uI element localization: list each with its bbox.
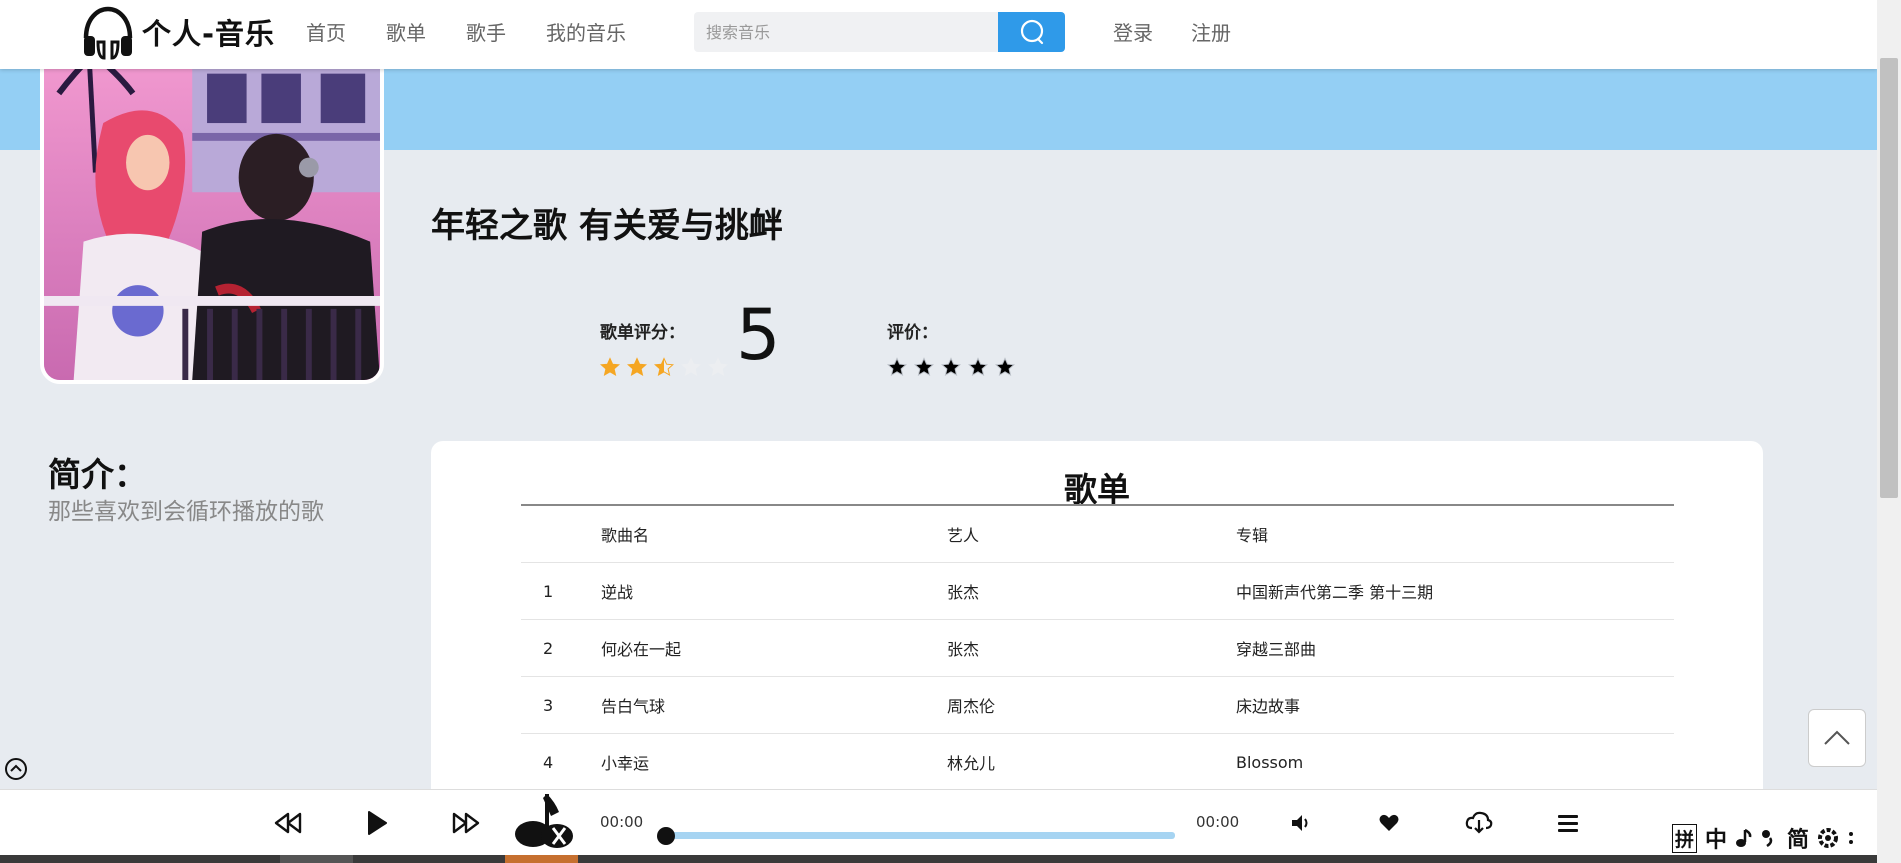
column-header-album: 专辑 (1236, 526, 1269, 545)
rating-stars (600, 357, 735, 377)
ime-punctuation-icon[interactable] (1735, 828, 1753, 848)
star-icon (600, 357, 620, 377)
column-header-name: 歌曲名 (601, 526, 650, 545)
back-to-top-button[interactable] (1808, 709, 1866, 767)
volume-icon[interactable] (1290, 813, 1312, 833)
comment-label: 评价： (887, 323, 938, 343)
site-logo[interactable]: 个人-音乐 (80, 4, 275, 60)
progress-knob[interactable] (657, 827, 675, 845)
ime-simplified-button[interactable]: 简 (1787, 822, 1809, 854)
login-link[interactable]: 登录 (1113, 17, 1153, 46)
current-time: 00:00 (600, 813, 644, 831)
heart-icon[interactable] (1378, 813, 1400, 833)
song-index: 3 (543, 695, 554, 715)
nav-my-music[interactable]: 我的音乐 (546, 17, 626, 46)
top-header: 个人-音乐 首页 歌单 歌手 我的音乐 登录 注册 (0, 0, 1877, 69)
main-nav: 首页 歌单 歌手 我的音乐 (306, 17, 666, 46)
song-name[interactable]: 逆战 (601, 579, 947, 603)
playlist-cover-image (40, 40, 384, 384)
headphones-icon (83, 6, 133, 60)
song-index: 2 (543, 638, 554, 658)
intro-text: 那些喜欢到会循环播放的歌 (48, 499, 324, 525)
song-name[interactable]: 何必在一起 (601, 636, 947, 660)
taskbar-strip (0, 855, 1877, 863)
ime-more-icon[interactable] (1847, 829, 1855, 847)
star-icon (681, 357, 701, 377)
nav-playlists[interactable]: 歌单 (386, 17, 426, 46)
star-icon[interactable] (914, 357, 934, 377)
table-row[interactable]: 4 小幸运 林允儿 Blossom (521, 734, 1674, 791)
scrollbar-thumb[interactable] (1880, 58, 1898, 498)
vertical-scrollbar[interactable] (1877, 0, 1901, 863)
previous-track-icon[interactable] (274, 812, 302, 834)
song-artist[interactable]: 周杰伦 (947, 693, 1236, 717)
song-artist[interactable]: 张杰 (947, 579, 1236, 603)
star-icon (708, 357, 728, 377)
column-header-artist: 艺人 (947, 526, 980, 545)
chevron-up-icon (1824, 730, 1850, 745)
nav-singers[interactable]: 歌手 (466, 17, 506, 46)
table-header: 歌曲名 艺人 专辑 (521, 506, 1674, 563)
play-icon[interactable] (366, 810, 388, 836)
album-art-music-note-icon (515, 794, 573, 848)
ime-pinyin-button[interactable]: 拼 (1672, 823, 1698, 853)
nav-home[interactable]: 首页 (306, 17, 346, 46)
search-input[interactable] (694, 12, 998, 52)
table-row[interactable]: 1 逆战 张杰 中国新声代第二季 第十三期 (521, 563, 1674, 620)
next-track-icon[interactable] (452, 812, 480, 834)
progress-bar[interactable] (667, 832, 1175, 839)
comment-stars[interactable] (887, 357, 1022, 377)
star-icon (654, 357, 674, 377)
rating-label: 歌单评分： (600, 323, 685, 343)
star-icon (627, 357, 647, 377)
song-album[interactable]: 中国新声代第二季 第十三期 (1236, 579, 1674, 603)
star-icon[interactable] (968, 357, 988, 377)
search-bar (694, 12, 1065, 52)
ime-toolbar: 拼 中 简 (1672, 822, 1855, 854)
song-name[interactable]: 小幸运 (601, 750, 947, 774)
search-icon (1020, 19, 1043, 45)
table-row[interactable]: 3 告白气球 周杰伦 床边故事 (521, 677, 1674, 734)
song-list-panel: 歌单 歌曲名 艺人 专辑 1 逆战 张杰 中国新声代第二季 第十三期 2 何必在… (431, 441, 1763, 801)
register-link[interactable]: 注册 (1191, 17, 1231, 46)
logo-text: 个人-音乐 (142, 17, 276, 51)
song-album[interactable]: 床边故事 (1236, 693, 1674, 717)
playlist-menu-icon[interactable] (1557, 812, 1579, 834)
song-artist[interactable]: 张杰 (947, 636, 1236, 660)
ime-settings-icon[interactable] (1817, 827, 1839, 849)
user-rating: 评价： (887, 318, 1022, 377)
song-table: 歌曲名 艺人 专辑 1 逆战 张杰 中国新声代第二季 第十三期 2 何必在一起 … (521, 506, 1674, 791)
playlist-title: 年轻之歌 有关爱与挑衅 (431, 206, 783, 246)
ime-chinese-button[interactable]: 中 (1705, 822, 1727, 854)
song-album[interactable]: Blossom (1236, 753, 1674, 772)
ime-halfwidth-icon[interactable] (1761, 828, 1779, 848)
intro-title: 简介： (48, 455, 147, 494)
auth-links: 登录 注册 (1113, 17, 1269, 46)
star-icon[interactable] (995, 357, 1015, 377)
playlist-rating: 歌单评分： (600, 318, 735, 377)
search-button[interactable] (998, 12, 1065, 52)
song-artist[interactable]: 林允儿 (947, 750, 1236, 774)
rating-score: 5 (736, 294, 781, 376)
table-row[interactable]: 2 何必在一起 张杰 穿越三部曲 (521, 620, 1674, 677)
collapse-player-button[interactable] (4, 757, 28, 781)
star-icon[interactable] (887, 357, 907, 377)
song-name[interactable]: 告白气球 (601, 693, 947, 717)
song-index: 4 (543, 752, 554, 772)
song-index: 1 (543, 581, 554, 601)
audio-player: 00:00 00:00 (0, 789, 1877, 855)
cloud-download-icon[interactable] (1465, 810, 1493, 834)
total-time: 00:00 (1196, 813, 1240, 831)
star-icon[interactable] (941, 357, 961, 377)
song-album[interactable]: 穿越三部曲 (1236, 636, 1674, 660)
